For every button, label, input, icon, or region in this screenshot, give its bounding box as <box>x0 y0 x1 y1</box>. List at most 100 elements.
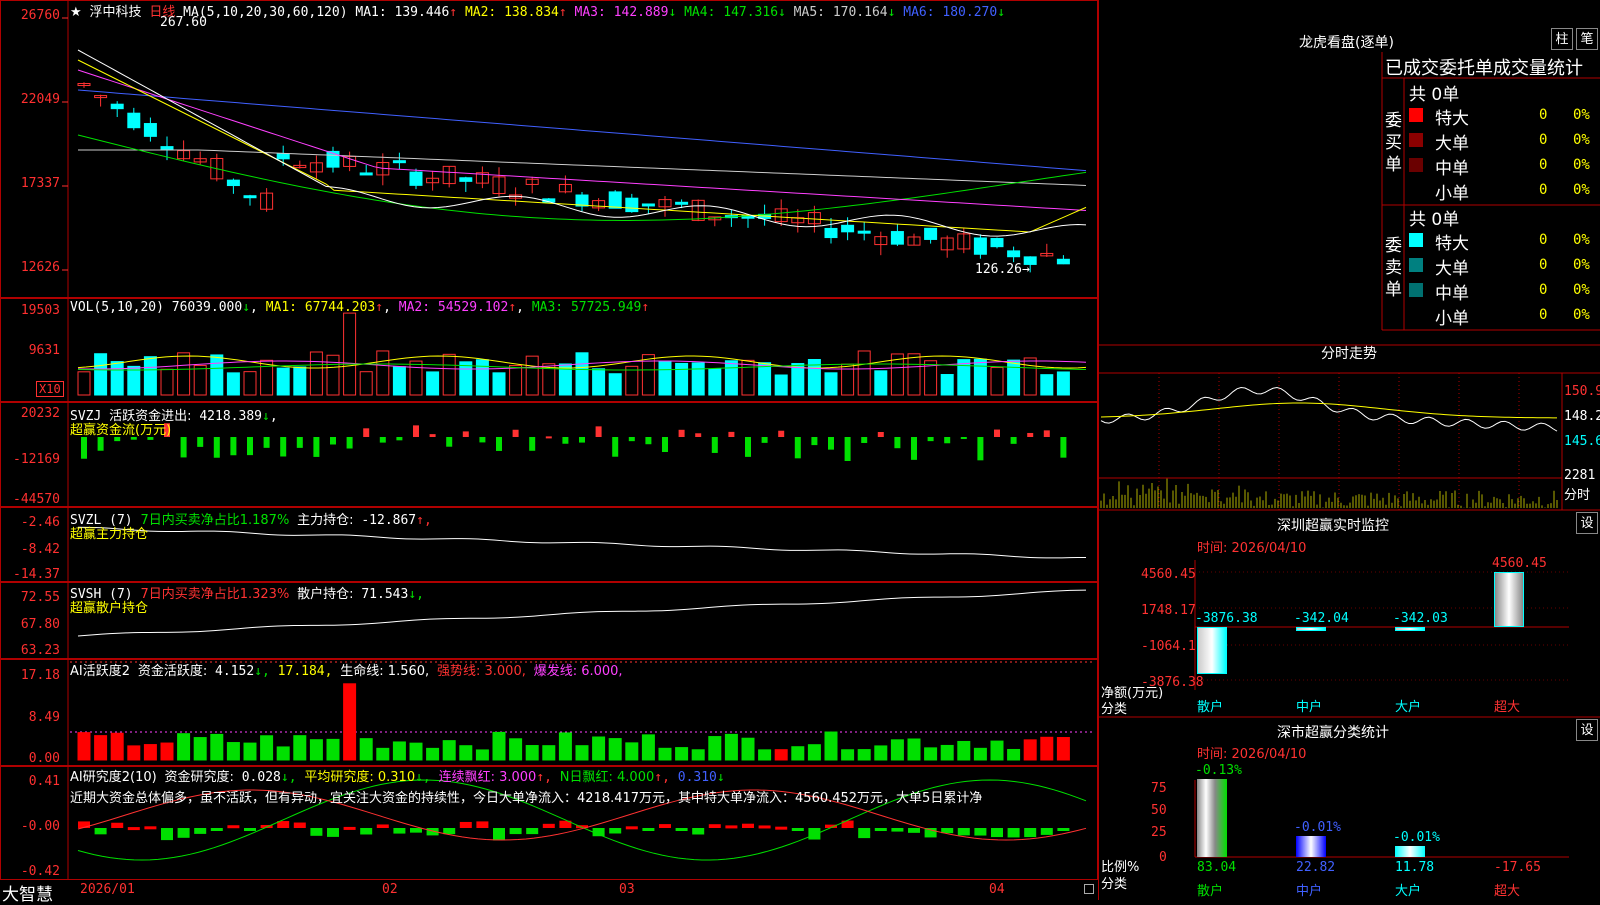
volume-bar <box>658 360 672 396</box>
sz-settings-button[interactable]: 设 <box>1576 512 1598 534</box>
sz-axis-1: 4560.45 <box>1141 567 1196 582</box>
svzl-value: -12.867 <box>361 513 417 528</box>
svzj-bar <box>728 431 735 437</box>
research-bar <box>343 826 356 830</box>
research-bar <box>642 828 655 831</box>
vol-unit-badge[interactable]: X10 <box>36 381 64 397</box>
volume-bar <box>575 352 589 396</box>
main-chart-area[interactable]: ★ 浮中科技 日线 MA(5,10,20,30,60,120) MA1: 139… <box>0 0 1098 905</box>
research-bar <box>360 828 373 835</box>
svzj-bar <box>911 437 917 460</box>
svsh-label2: 散户持仓: <box>297 587 354 602</box>
svzj-bar <box>529 437 536 451</box>
vol-ma1: MA1: 67744.203 <box>265 300 376 315</box>
sz-monitor-title: 深圳超赢实时监控 <box>1277 518 1389 534</box>
volume-bar <box>392 366 406 396</box>
volume-bar <box>442 353 456 396</box>
svsh-label: 7日内买卖净占比1.323% <box>140 587 290 602</box>
active-bar <box>907 738 921 761</box>
ma-params: MA(5,10,20,30,60,120) <box>183 5 348 20</box>
sell-row-swatch <box>1409 308 1423 322</box>
active-bar <box>874 745 888 761</box>
cls-bar-value: -17.65 <box>1494 860 1541 875</box>
volume-bar <box>1007 359 1021 396</box>
svzl-label2: 主力持仓: <box>297 513 354 528</box>
sz-bar-label: 4560.45 <box>1492 556 1547 571</box>
svzj-bar <box>711 437 718 453</box>
research-bar <box>111 822 124 828</box>
ai-research-red3: 连续飘红: 3.000 <box>438 770 537 785</box>
intraday-avg-line <box>1100 402 1558 419</box>
active-bar <box>210 733 224 761</box>
volume-bar <box>492 372 506 396</box>
research-bar <box>609 828 622 834</box>
sz-xlabel: 分类 <box>1101 702 1128 717</box>
svzj-bar <box>678 429 685 437</box>
ai-active-label: 资金活跃度: <box>137 664 208 679</box>
svzj-bar <box>479 437 486 443</box>
ma3-value: MA3: 142.889 <box>566 5 669 20</box>
svzj-bar <box>313 437 320 457</box>
research-bar <box>94 828 107 835</box>
active-bar <box>376 747 390 761</box>
volume-bar <box>625 365 639 396</box>
volume-bar <box>1040 374 1054 396</box>
vol-value: 76039.000 <box>171 300 243 315</box>
candle-body <box>608 191 622 209</box>
research-bar <box>1024 828 1037 838</box>
buy-row-swatch <box>1409 108 1423 122</box>
candle-body <box>143 123 157 137</box>
research-bar <box>659 824 671 828</box>
volume-bar <box>177 352 191 396</box>
candle-body <box>110 103 124 110</box>
svzj-bar <box>628 437 635 442</box>
ai-research-label: 资金研究度: <box>164 770 234 785</box>
bar-view-button[interactable]: 柱 <box>1551 28 1573 50</box>
ai-research-avg: 平均研究度: 0.310 <box>304 770 416 785</box>
svzj-bar <box>695 433 702 437</box>
buy-row-swatch <box>1409 133 1423 147</box>
active-bar <box>857 749 871 761</box>
candle-body <box>857 230 871 234</box>
svzj-bar <box>545 436 552 439</box>
sell-row-pct: 0% <box>1573 257 1590 273</box>
candle-body <box>890 231 904 245</box>
cls-settings-button[interactable]: 设 <box>1576 719 1598 741</box>
research-bar <box>692 828 705 835</box>
active-bar <box>890 739 904 761</box>
research-bar <box>742 823 754 828</box>
brand-logo[interactable]: 大智慧 <box>2 880 53 905</box>
vol-params: VOL(5,10,20) <box>70 300 164 315</box>
volume-bar <box>77 371 91 396</box>
tick-view-button[interactable]: 笔 <box>1576 28 1598 50</box>
svzj-bar <box>612 437 619 457</box>
lock-icon[interactable] <box>1084 884 1094 894</box>
ai-research-red3-arrow: ↑, <box>536 770 552 785</box>
cls-bar-category: 中户 <box>1296 884 1323 899</box>
volume-bar <box>343 312 357 396</box>
svzj-sub: 超赢资金流(万元) <box>70 423 172 438</box>
volume-bar <box>940 374 954 396</box>
buy-row-count: 0 <box>1539 107 1548 123</box>
active-bar <box>675 747 689 761</box>
active-bar <box>193 737 207 761</box>
ai-research-axis-2: -0.00 <box>20 819 60 834</box>
svzj-bar <box>994 429 1000 437</box>
active-bar <box>841 749 855 761</box>
svzj-bar <box>944 437 951 444</box>
volume-bar <box>857 350 871 396</box>
ma4-arrow: ↓ <box>778 5 786 20</box>
buy-row-swatch <box>1409 183 1423 197</box>
cls-bar-top-label: -0.01% <box>1294 819 1341 835</box>
volume-bar <box>509 365 523 396</box>
volume-bar <box>475 359 489 396</box>
cls-bar-value: 22.82 <box>1296 860 1336 875</box>
sz-axis-2: 1748.17 <box>1141 603 1196 618</box>
stock-name[interactable]: 浮中科技 <box>89 5 141 20</box>
volume-bar <box>426 371 440 396</box>
volume-bar <box>110 361 124 396</box>
buy-row-pct: 0% <box>1573 157 1590 173</box>
svzj-bar <box>230 437 237 456</box>
active-bar <box>509 738 523 761</box>
intraday-vol-axis: 2281 <box>1564 468 1596 483</box>
